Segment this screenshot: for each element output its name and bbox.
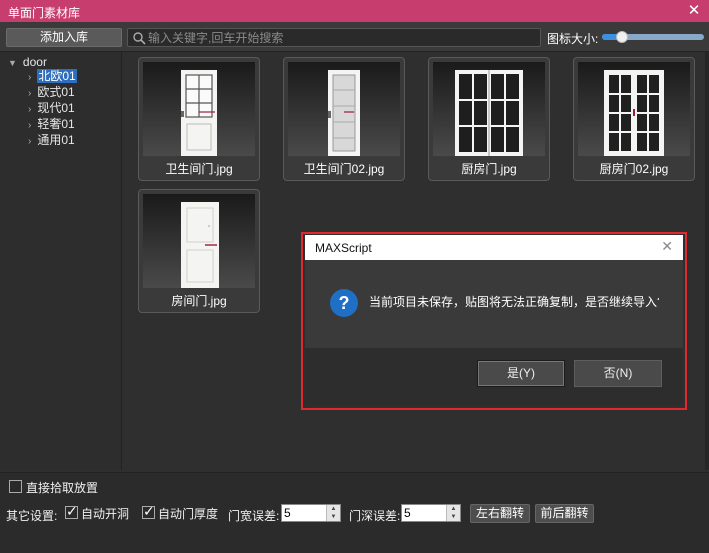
chevron-right-icon[interactable]: › <box>28 136 31 147</box>
auto-thickness-checkbox[interactable] <box>142 503 155 520</box>
window-title: 单面门素材库 <box>8 6 81 20</box>
auto-open-label: 自动开洞 <box>81 507 130 521</box>
tree-root-door[interactable]: ▼ door <box>8 55 47 69</box>
grid-scrollbar[interactable] <box>705 52 709 470</box>
thumbnail-item[interactable]: 卫生间门.jpg <box>138 57 260 181</box>
icon-size-label: 图标大小: <box>547 32 599 46</box>
dialog-body: ? 当前项目未保存，贴图将无法正确复制，是否继续导入? <box>305 260 683 348</box>
spinner-up-icon[interactable]: ▲ <box>447 505 460 513</box>
tree-item-tongyong01[interactable]: › 通用01 <box>28 133 75 148</box>
auto-open-checkbox[interactable] <box>65 503 78 520</box>
thumbnail-item[interactable]: 厨房门.jpg <box>428 57 550 181</box>
slider-thumb[interactable] <box>616 31 628 43</box>
search-box[interactable] <box>127 28 541 47</box>
chevron-right-icon[interactable]: › <box>28 72 31 83</box>
question-icon: ? <box>330 289 358 317</box>
title-bar: 单面门素材库 ✕ <box>0 0 709 22</box>
thumbnail-label: 厨房门02.jpg <box>599 162 669 176</box>
yes-button[interactable]: 是(Y) <box>477 360 565 387</box>
tree-item-xiandai01[interactable]: › 现代01 <box>28 101 75 116</box>
dialog-message: 当前项目未保存，贴图将无法正确复制，是否继续导入? <box>369 295 659 309</box>
expand-down-icon[interactable]: ▼ <box>8 58 17 68</box>
dialog-footer: 是(Y) 否(N) <box>305 348 683 405</box>
other-settings-label: 其它设置: <box>6 509 58 523</box>
icon-size-slider[interactable] <box>602 31 704 43</box>
double-grid-door-image <box>578 62 690 156</box>
tree-item-label: 北欧01 <box>37 69 77 83</box>
depth-tolerance-label: 门深误差: <box>349 509 401 523</box>
flip-left-right-button[interactable]: 左右翻转 <box>470 504 530 523</box>
tree-item-qingshe01[interactable]: › 轻奢01 <box>28 117 75 132</box>
flip-front-back-button[interactable]: 前后翻转 <box>535 504 594 523</box>
thumbnail-item[interactable]: 卫生间门02.jpg <box>283 57 405 181</box>
frosted-glass-door-image <box>288 62 400 156</box>
tree-item-label: 通用01 <box>37 133 75 147</box>
tree-item-beiou01[interactable]: › 北欧01 <box>28 69 77 84</box>
tree-item-label: 轻奢01 <box>37 117 75 131</box>
double-glass-door-image <box>433 62 545 156</box>
thumbnail-label: 卫生间门.jpg <box>165 162 233 176</box>
tree-item-label: 欧式01 <box>37 85 75 99</box>
search-input[interactable] <box>148 30 528 45</box>
window-close-icon[interactable]: ✕ <box>685 2 703 20</box>
category-tree: ▼ door › 北欧01 › 欧式01 › 现代01 › 轻奢01 › 通用01 <box>0 52 122 470</box>
depth-tolerance-spinner[interactable]: ▲ ▼ <box>401 504 461 522</box>
no-button[interactable]: 否(N) <box>574 360 662 387</box>
other-settings-row: 其它设置: 自动开洞 自动门厚度 门宽误差: ▲ ▼ 门深误差: ▲ ▼ 左右翻… <box>0 498 709 553</box>
chevron-right-icon[interactable]: › <box>28 120 31 131</box>
chevron-right-icon[interactable]: › <box>28 104 31 115</box>
pick-row: 直接拾取放置 <box>0 472 709 498</box>
auto-thickness-label: 自动门厚度 <box>158 507 219 521</box>
thumbnail-label: 房间门.jpg <box>171 294 227 308</box>
search-icon <box>133 32 146 45</box>
tree-item-label: 现代01 <box>37 101 75 115</box>
width-tolerance-spinner[interactable]: ▲ ▼ <box>281 504 341 522</box>
pick-place-label: 直接拾取放置 <box>26 481 99 495</box>
dialog-title: MAXScript <box>315 241 372 255</box>
thumbnail-label: 厨房门.jpg <box>461 162 517 176</box>
pick-place-checkbox[interactable] <box>9 480 22 493</box>
tree-root-label: door <box>22 55 47 69</box>
thumbnail-item[interactable]: 厨房门02.jpg <box>573 57 695 181</box>
thumbnail-item[interactable]: 房间门.jpg <box>138 189 260 313</box>
dialog-close-icon[interactable]: ✕ <box>661 238 673 255</box>
chevron-right-icon[interactable]: › <box>28 88 31 99</box>
tree-item-oushi01[interactable]: › 欧式01 <box>28 85 75 100</box>
spinner-arrows[interactable]: ▲ ▼ <box>446 505 460 521</box>
spinner-down-icon[interactable]: ▼ <box>447 513 460 521</box>
toolbar: 添加入库 图标大小: <box>0 22 709 52</box>
depth-tolerance-input[interactable] <box>404 506 440 520</box>
maxscript-dialog: MAXScript ✕ ? 当前项目未保存，贴图将无法正确复制，是否继续导入? … <box>305 235 683 405</box>
add-to-library-button[interactable]: 添加入库 <box>6 28 122 47</box>
width-tolerance-input[interactable] <box>284 506 320 520</box>
width-tolerance-label: 门宽误差: <box>228 509 280 523</box>
spinner-up-icon[interactable]: ▲ <box>327 505 340 513</box>
glass-panel-door-image <box>143 62 255 156</box>
thumbnail-label: 卫生间门02.jpg <box>303 162 385 176</box>
spinner-arrows[interactable]: ▲ ▼ <box>326 505 340 521</box>
plain-room-door-image <box>143 194 255 288</box>
spinner-down-icon[interactable]: ▼ <box>327 513 340 521</box>
